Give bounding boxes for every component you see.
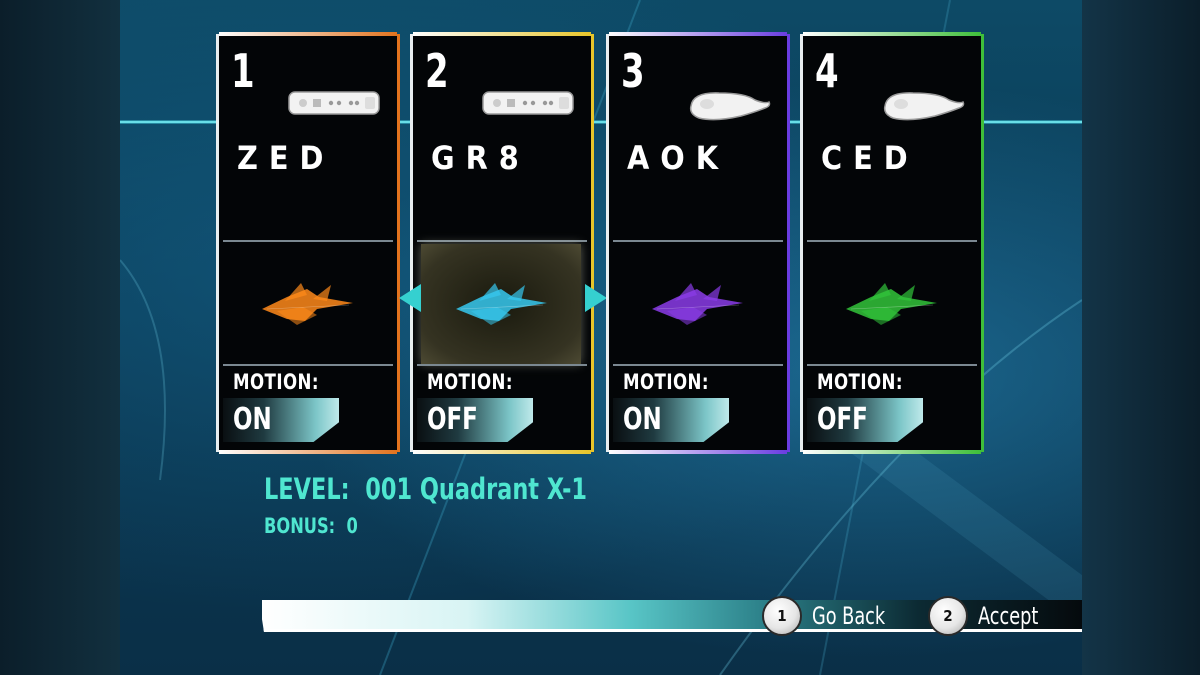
player-number: 1: [231, 44, 255, 98]
motion-value: ON: [233, 402, 272, 437]
player-number: 4: [815, 44, 839, 98]
card-bottom-accent: [803, 450, 981, 454]
go-back-label: Go Back: [812, 602, 886, 630]
motion-toggle[interactable]: ON: [223, 398, 339, 442]
motion-value: ON: [623, 402, 662, 437]
player-card-1[interactable]: 1 ZED MOTION: ON: [216, 32, 400, 454]
divider: [417, 240, 587, 242]
level-info: LEVEL: 001 Quadrant X-1: [264, 472, 587, 506]
level-value: 001 Quadrant X-1: [365, 472, 588, 506]
card-top-accent: [413, 32, 591, 36]
nunchuk-icon: [685, 88, 773, 126]
divider: [807, 364, 977, 366]
ship-preview[interactable]: [617, 244, 777, 364]
right-pillarbox: [1082, 0, 1200, 675]
motion-label: MOTION:: [427, 370, 513, 394]
motion-label: MOTION:: [623, 370, 709, 394]
button-1-icon: 1: [762, 596, 802, 636]
ship-icon: [456, 283, 547, 325]
ship-preview[interactable]: [811, 244, 971, 364]
nunchuk-icon: [879, 88, 967, 126]
divider: [613, 364, 783, 366]
divider: [807, 240, 977, 242]
motion-value: OFF: [427, 402, 478, 437]
card-bottom-accent: [413, 450, 591, 454]
player-card-2[interactable]: 2 GR8 MOTION: OFF: [399, 32, 607, 454]
divider: [417, 364, 587, 366]
wii-remote-icon: [481, 88, 577, 122]
motion-value: OFF: [817, 402, 868, 437]
left-pillarbox: [0, 0, 120, 675]
ship-icon: [262, 283, 353, 325]
card-bottom-accent: [609, 450, 787, 454]
motion-label: MOTION:: [817, 370, 903, 394]
accept-label: Accept: [978, 602, 1039, 630]
player-name: CED: [821, 139, 919, 177]
accept-button[interactable]: 2 Accept: [928, 596, 1052, 636]
wii-remote-icon: [287, 88, 383, 122]
player-number: 3: [621, 44, 645, 98]
card-top-accent: [219, 32, 397, 36]
player-card-4[interactable]: 4 CED MOTION: OFF: [800, 32, 984, 454]
level-label: LEVEL:: [264, 472, 350, 506]
go-back-button[interactable]: 1 Go Back: [762, 596, 901, 636]
bonus-info: BONUS: 0: [264, 514, 358, 538]
divider: [223, 240, 393, 242]
ship-preview-selected[interactable]: [421, 244, 581, 364]
player-name: AOK: [627, 139, 730, 177]
ship-prev-arrow-icon[interactable]: [399, 284, 421, 312]
motion-label: MOTION:: [233, 370, 319, 394]
divider: [613, 240, 783, 242]
bonus-label: BONUS:: [264, 514, 336, 538]
motion-toggle[interactable]: ON: [613, 398, 729, 442]
ship-next-arrow-icon[interactable]: [585, 284, 607, 312]
bonus-value: 0: [346, 514, 358, 538]
player-name: ZED: [237, 139, 335, 177]
motion-toggle[interactable]: OFF: [807, 398, 923, 442]
card-bottom-accent: [219, 450, 397, 454]
player-number: 2: [425, 44, 449, 98]
button-2-icon: 2: [928, 596, 968, 636]
motion-toggle[interactable]: OFF: [417, 398, 533, 442]
divider: [223, 364, 393, 366]
card-top-accent: [803, 32, 981, 36]
ship-icon: [652, 283, 743, 325]
player-name: GR8: [431, 139, 530, 177]
card-top-accent: [609, 32, 787, 36]
ship-preview[interactable]: [227, 244, 387, 364]
player-card-3[interactable]: 3 AOK MOTION: ON: [606, 32, 790, 454]
ship-icon: [846, 283, 937, 325]
